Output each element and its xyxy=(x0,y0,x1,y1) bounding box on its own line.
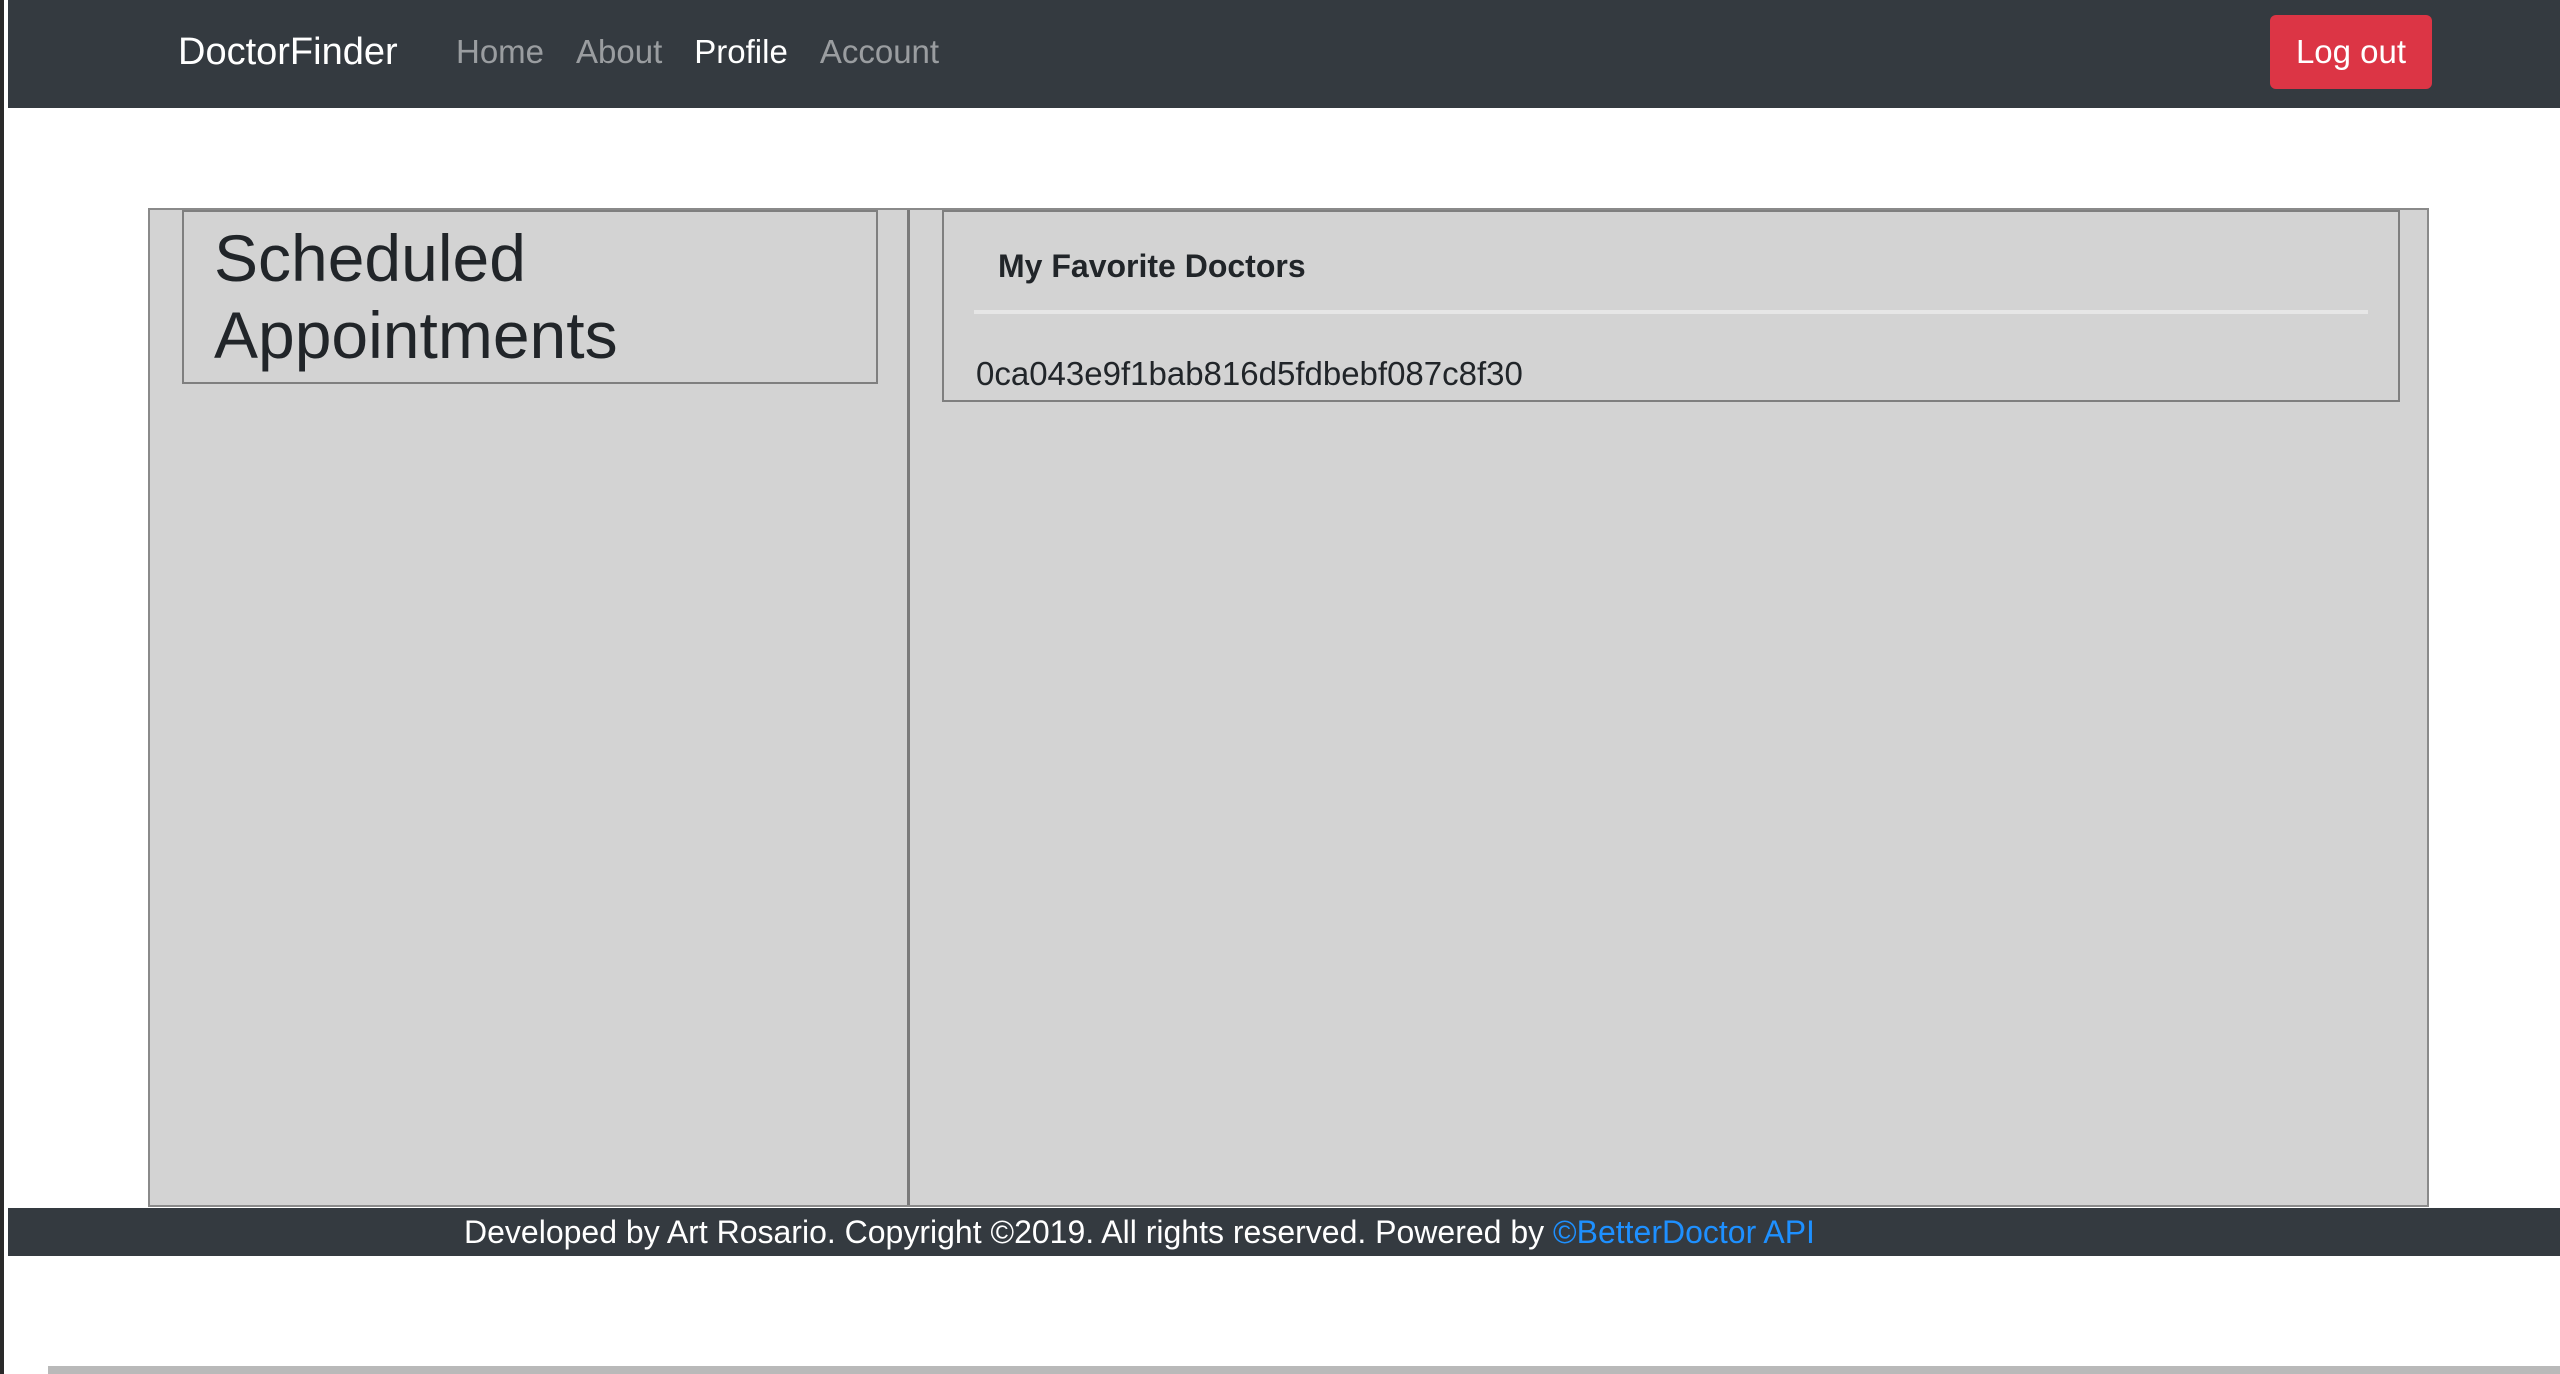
nav-link-home[interactable]: Home xyxy=(456,30,544,74)
profile-panel: Scheduled Appointments My Favorite Docto… xyxy=(148,208,2429,1207)
nav-link-account[interactable]: Account xyxy=(820,30,939,74)
top-navbar: DoctorFinder Home About Profile Account … xyxy=(8,0,2560,108)
betterdoctor-api-link[interactable]: ©BetterDoctor API xyxy=(1553,1214,1815,1250)
appointments-card: Scheduled Appointments xyxy=(182,210,878,384)
favorite-doctor-item[interactable]: 0ca043e9f1bab816d5fdbebf087c8f30 xyxy=(976,354,1523,394)
footer: Developed by Art Rosario. Copyright ©201… xyxy=(8,1208,2560,1256)
footer-copyright: Developed by Art Rosario. Copyright ©201… xyxy=(464,1214,1554,1250)
nav-link-profile[interactable]: Profile xyxy=(694,30,788,74)
appointments-title: Scheduled Appointments xyxy=(214,221,618,372)
brand-logo[interactable]: DoctorFinder xyxy=(178,28,398,76)
appointments-column: Scheduled Appointments xyxy=(150,210,910,1205)
nav-link-about[interactable]: About xyxy=(576,30,662,74)
footer-text: Developed by Art Rosario. Copyright ©201… xyxy=(464,1212,1815,1252)
nav-links: Home About Profile Account xyxy=(456,30,939,74)
favorites-divider xyxy=(974,310,2368,314)
page: DoctorFinder Home About Profile Account … xyxy=(0,0,2560,1374)
favorites-title: My Favorite Doctors xyxy=(998,248,1306,284)
logout-button[interactable]: Log out xyxy=(2270,15,2432,89)
window-bottom-edge xyxy=(48,1366,2560,1374)
favorites-card: My Favorite Doctors 0ca043e9f1bab816d5fd… xyxy=(942,210,2400,402)
